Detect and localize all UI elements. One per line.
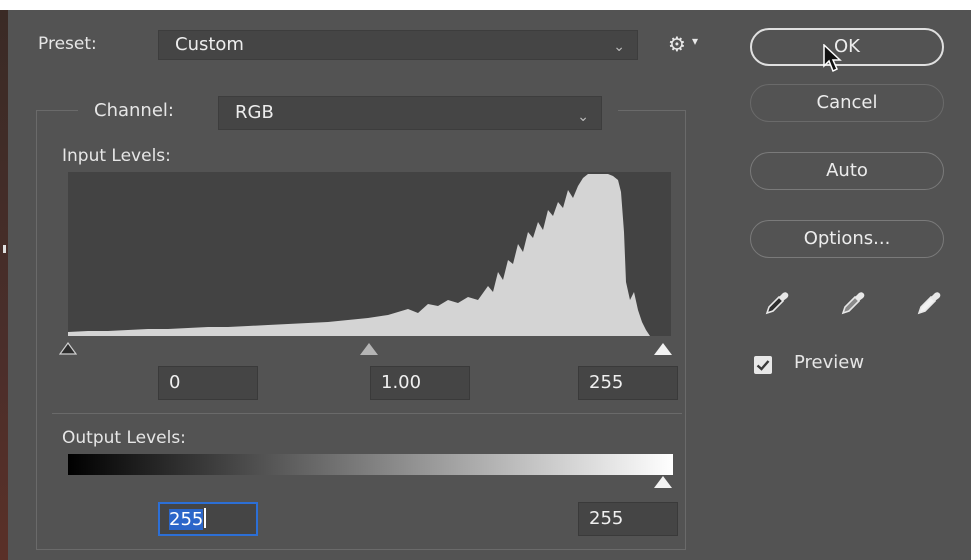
input-levels-label: Input Levels: [62, 146, 171, 166]
preset-value: Custom [175, 34, 244, 55]
background-edge [0, 10, 8, 560]
output-black-field[interactable]: 255 [158, 502, 258, 536]
histogram-graph [68, 174, 650, 336]
gear-icon[interactable]: ⚙ [668, 32, 686, 56]
cancel-button[interactable]: Cancel [750, 84, 944, 122]
preset-dropdown[interactable]: Custom ⌄ [158, 30, 638, 60]
black-point-eyedropper-icon[interactable] [764, 290, 790, 316]
channel-label: Channel: [94, 100, 174, 121]
gray-point-eyedropper-icon[interactable] [840, 290, 866, 316]
levels-divider [52, 413, 682, 414]
chevron-down-icon: ⌄ [577, 109, 589, 125]
output-gradient-bar [68, 454, 673, 475]
levels-dialog: Preset: Custom ⌄ ⚙ ▾ Channel: RGB ⌄ Inpu… [8, 10, 971, 560]
ok-button[interactable]: OK [750, 28, 944, 66]
mouse-pointer-icon [823, 44, 842, 73]
input-gamma-field[interactable]: 1.00 [370, 366, 470, 400]
options-button[interactable]: Options... [750, 220, 944, 258]
auto-button[interactable]: Auto [750, 152, 944, 190]
channel-dropdown[interactable]: RGB ⌄ [218, 96, 602, 130]
preview-label: Preview [794, 352, 865, 373]
input-gamma-slider[interactable] [360, 343, 378, 355]
histogram [68, 172, 671, 336]
input-black-point-slider[interactable] [59, 342, 77, 355]
input-white-point-slider[interactable] [654, 343, 672, 355]
channel-value: RGB [235, 102, 274, 123]
checkmark-icon [756, 360, 770, 371]
text-caret [204, 508, 207, 528]
white-point-eyedropper-icon[interactable] [916, 290, 942, 316]
top-strip [0, 0, 971, 10]
output-white-field[interactable]: 255 [578, 502, 678, 536]
preset-label: Preset: [38, 34, 97, 54]
output-white-point-slider[interactable] [654, 476, 672, 488]
input-black-field[interactable]: 0 [158, 366, 258, 400]
output-levels-label: Output Levels: [62, 428, 186, 448]
preview-checkbox[interactable] [754, 356, 772, 374]
chevron-down-icon: ⌄ [613, 39, 625, 55]
input-white-field[interactable]: 255 [578, 366, 678, 400]
gear-menu-caret-icon: ▾ [692, 34, 699, 48]
